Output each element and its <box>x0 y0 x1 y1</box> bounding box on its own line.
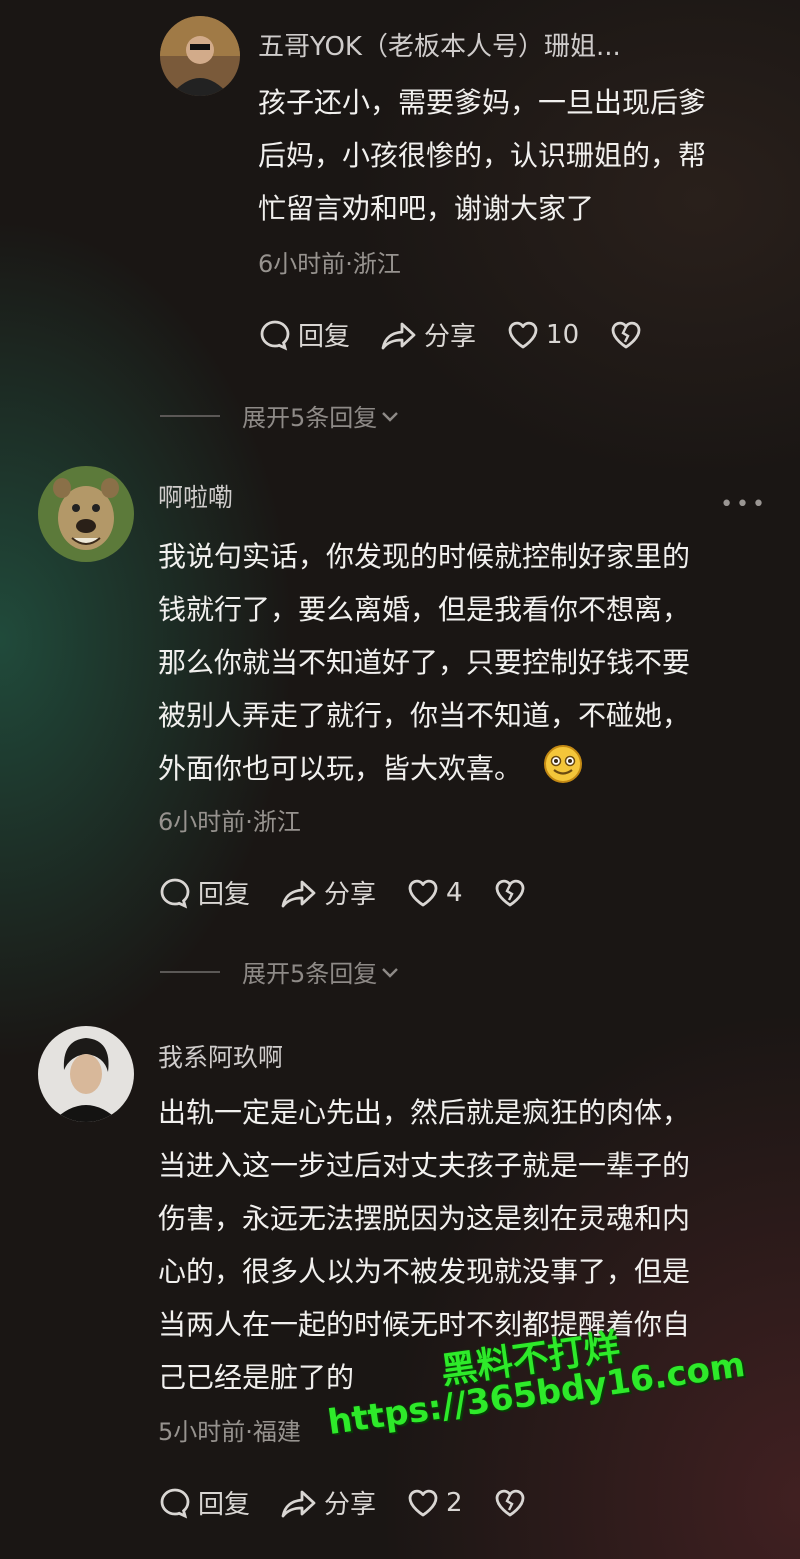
comment-line: 我说句实话，你发现的时候就控制好家里的 <box>158 540 691 573</box>
reply-button[interactable]: 回复 <box>158 874 250 911</box>
like-button[interactable]: 2 <box>406 1486 463 1520</box>
divider-line <box>160 414 220 417</box>
share-button[interactable]: 分享 <box>280 874 376 911</box>
dislike-button[interactable] <box>609 318 649 352</box>
avatar[interactable] <box>160 16 240 96</box>
comment-line: 出轨一定是心先出，然后就是疯狂的肉体， <box>158 1096 691 1129</box>
reply-icon <box>160 878 190 909</box>
comment-meta: 6小时前·浙江 <box>258 250 401 278</box>
expand-replies-button[interactable]: 展开5条回复 <box>160 954 401 989</box>
share-button[interactable]: 分享 <box>380 316 476 353</box>
comment-line: 钱就行了，要么离婚，但是我看你不想离， <box>158 593 691 626</box>
comment-line: 忙留言劝和吧，谢谢大家了 <box>258 192 595 225</box>
dislike-button[interactable] <box>493 1486 533 1520</box>
chevron-down-icon <box>382 411 399 422</box>
comment-text: 孩子还小，需要爹妈，一旦出现后爹 后妈，小孩很惨的，认识珊姐的，帮 忙留言劝和吧… <box>258 76 706 235</box>
username[interactable]: 我系阿玖啊 <box>158 1038 283 1074</box>
share-icon <box>281 1490 316 1517</box>
comment-line: 被别人弄走了就行，你当不知道，不碰她， <box>158 699 691 732</box>
share-label: 分享 <box>324 880 377 910</box>
heart-icon <box>408 879 438 906</box>
like-count: 2 <box>446 1487 463 1518</box>
share-icon <box>281 880 316 907</box>
comment-meta: 6小时前·浙江 <box>158 808 301 836</box>
comment-line: 后妈，小孩很惨的，认识珊姐的，帮 <box>258 139 707 172</box>
expand-label: 展开5条回复 <box>242 960 378 988</box>
comment-line: 当进入这一步过后对丈夫孩子就是一辈子的 <box>158 1149 691 1182</box>
like-count: 10 <box>546 319 580 350</box>
divider-line <box>160 970 220 973</box>
comment-actions: 回复 分享 10 <box>258 316 679 353</box>
comment-line: 心的，很多人以为不被发现就没事了，但是 <box>158 1255 691 1288</box>
comment-actions: 回复 分享 2 <box>158 1484 563 1521</box>
like-button[interactable]: 4 <box>406 876 463 910</box>
expand-replies-button[interactable]: 展开5条回复 <box>160 398 401 433</box>
avatar[interactable] <box>38 1026 134 1122</box>
reply-label: 回复 <box>198 880 251 910</box>
reply-label: 回复 <box>298 322 351 352</box>
comment-line: 外面你也可以玩，皆大欢喜。 <box>158 752 523 785</box>
broken-heart-icon <box>611 321 641 348</box>
share-label: 分享 <box>324 1490 377 1520</box>
share-button[interactable]: 分享 <box>280 1484 376 1521</box>
expand-label: 展开5条回复 <box>242 404 378 432</box>
reply-icon <box>160 1488 190 1519</box>
reply-label: 回复 <box>198 1490 251 1520</box>
heart-icon <box>508 321 538 348</box>
more-options-button[interactable]: ••• <box>720 492 768 517</box>
like-count: 4 <box>446 877 463 908</box>
like-button[interactable]: 10 <box>506 318 579 352</box>
share-label: 分享 <box>424 322 477 352</box>
comment-text: 我说句实话，你发现的时候就控制好家里的 钱就行了，要么离婚，但是我看你不想离， … <box>158 530 690 795</box>
username[interactable]: 五哥YOK（老板本人号）珊姐... <box>258 26 621 63</box>
heart-icon <box>408 1489 438 1516</box>
comment-meta: 5小时前·福建 <box>158 1418 301 1446</box>
reply-icon <box>260 320 290 351</box>
comment-line: 那么你就当不知道好了，只要控制好钱不要 <box>158 646 691 679</box>
broken-heart-icon <box>495 1489 524 1516</box>
chevron-down-icon <box>382 967 399 978</box>
share-icon <box>381 322 416 349</box>
comment-actions: 回复 分享 4 <box>158 874 563 911</box>
username[interactable]: 啊啦嘞 <box>158 478 233 514</box>
reply-button[interactable]: 回复 <box>158 1484 250 1521</box>
smile-emoji-icon <box>543 745 582 783</box>
dislike-button[interactable] <box>493 876 533 910</box>
comment-line: 伤害，永远无法摆脱因为这是刻在灵魂和内 <box>158 1202 691 1235</box>
avatar[interactable] <box>38 466 134 562</box>
broken-heart-icon <box>495 879 524 906</box>
comment-line: 孩子还小，需要爹妈，一旦出现后爹 <box>258 86 707 119</box>
reply-button[interactable]: 回复 <box>258 316 350 353</box>
